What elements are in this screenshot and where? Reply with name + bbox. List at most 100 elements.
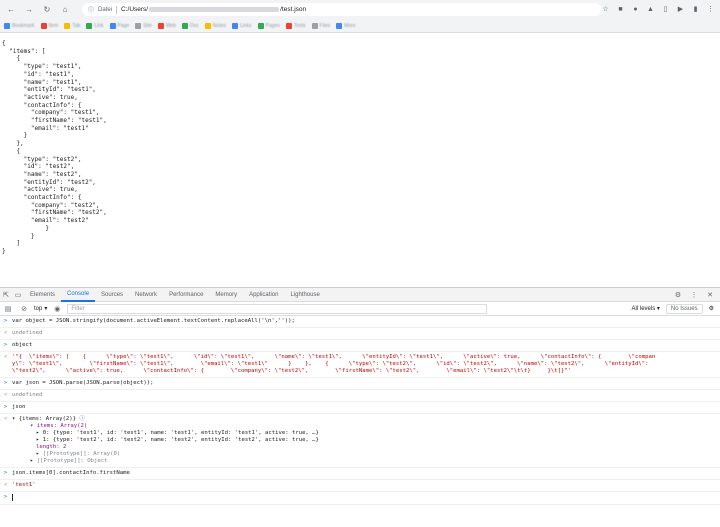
console-output: > var object = JSON.stringify(document.ac… — [0, 316, 720, 505]
address-bar[interactable]: ⓘ Datei C:/Users//test.json — [82, 3, 602, 16]
bookmark-label: Notes — [212, 22, 226, 29]
json-document: { "items": [ { "type": "test1", "id": "t… — [2, 40, 107, 255]
filter-input[interactable]: Filter — [67, 303, 488, 314]
console-input-line: > var object = JSON.stringify(document.ac… — [0, 316, 720, 328]
bookmark-label: Doc — [190, 22, 199, 29]
console-input-line: > object — [0, 340, 720, 352]
bookmark-item[interactable]: Tab — [64, 22, 81, 29]
extension-icon[interactable]: ● — [630, 3, 641, 15]
tab-memory[interactable]: Memory — [209, 288, 243, 302]
console-prompt[interactable]: > — [0, 492, 720, 505]
console-input-line: > json — [0, 402, 720, 414]
tab-console[interactable]: Console — [61, 288, 96, 302]
sidepanel-icon[interactable]: ▮ — [690, 3, 701, 15]
tab-lighthouse[interactable]: Lighthouse — [284, 288, 325, 302]
tab-sources[interactable]: Sources — [95, 288, 129, 302]
device-toggle-icon[interactable]: ▭ — [12, 289, 24, 301]
favicon-icon — [311, 22, 318, 29]
bookmark-item[interactable]: Site — [135, 22, 152, 29]
bookmark-item[interactable]: Notes — [204, 22, 226, 29]
console-toolbar: ▤ ⊘ top ▾ ◉ Filter All levels ▾ No Issues… — [0, 302, 720, 316]
favicon-icon — [182, 22, 189, 29]
bookmark-label: Site — [143, 22, 152, 29]
bookmark-label: Tools — [293, 22, 306, 29]
favicon-icon — [135, 22, 142, 29]
bookmark-item[interactable]: Page — [109, 22, 130, 29]
devtools-tabbar: ⇱ ▭ Elements Console Sources Network Per… — [0, 288, 720, 302]
browser-toolbar: ← → ↻ ⌂ ⓘ Datei C:/Users//test.json ☆ ■ … — [0, 0, 720, 19]
reload-icon[interactable]: ↻ — [40, 3, 54, 17]
console-return-line: < undefined — [0, 328, 720, 340]
tab-network[interactable]: Network — [129, 288, 163, 302]
divider — [116, 5, 118, 14]
favicon-icon — [285, 22, 292, 29]
sidebar-toggle-icon[interactable]: ▤ — [2, 303, 14, 315]
favicon-icon — [109, 22, 116, 29]
devtools-panel: ⇱ ▭ Elements Console Sources Network Per… — [0, 287, 720, 527]
menu-icon[interactable]: ⋮ — [705, 3, 716, 15]
favicon-icon — [86, 22, 93, 29]
bookmark-item[interactable]: More — [336, 22, 356, 29]
tab-elements[interactable]: Elements — [24, 288, 61, 302]
file-info-icon[interactable]: ⓘ — [88, 5, 94, 14]
chevron-down-icon: ▾ — [44, 306, 48, 312]
console-return-line: < undefined — [0, 390, 720, 402]
bookmark-item[interactable]: Link — [86, 22, 104, 29]
clear-console-icon[interactable]: ⊘ — [18, 303, 30, 315]
site-label: Datei — [98, 6, 113, 13]
url-text: C:/Users//test.json — [121, 6, 307, 13]
console-return-line: <'test1' — [0, 480, 720, 492]
star-icon[interactable]: ☆ — [600, 3, 611, 15]
settings-icon[interactable]: ⚙ — [709, 305, 714, 312]
favicon-icon — [231, 22, 238, 29]
puzzle-icon[interactable]: ▯ — [660, 3, 671, 15]
info-icon: ⓘ — [79, 416, 85, 422]
issues-button[interactable]: No Issues — [665, 303, 703, 314]
bookmark-item[interactable]: Files — [311, 22, 331, 29]
extension-icon[interactable]: ■ — [615, 3, 626, 15]
bookmark-item[interactable]: Web — [157, 22, 177, 29]
favicon-icon — [40, 22, 47, 29]
favicon-icon — [257, 22, 264, 29]
bookmark-item[interactable]: Pages — [257, 22, 280, 29]
context-selector[interactable]: top ▾ — [34, 305, 48, 313]
bookmark-label: Link — [94, 22, 104, 29]
bookmark-item[interactable]: Item — [40, 22, 59, 29]
favicon-icon — [64, 22, 71, 29]
favicon-icon — [4, 22, 10, 29]
close-icon[interactable]: ✕ — [704, 289, 716, 301]
bookmark-item[interactable]: Tools — [285, 22, 306, 29]
tab-performance[interactable]: Performance — [163, 288, 209, 302]
inspect-icon[interactable]: ⇱ — [0, 289, 12, 301]
home-icon[interactable]: ⌂ — [58, 3, 72, 17]
favicon-icon — [336, 22, 343, 29]
levels-dropdown[interactable]: All levels ▾ — [632, 305, 660, 312]
bookmark-item[interactable]: Doc — [182, 22, 199, 29]
console-return-line: < '"{ \"items\": [ { \"type\": \"test1\",… — [0, 352, 720, 378]
bookmark-item[interactable]: Links — [231, 22, 252, 29]
back-icon[interactable]: ← — [4, 3, 18, 17]
bookmark-label: Tab — [72, 22, 81, 29]
bookmark-label: More — [344, 22, 356, 29]
favicon-icon — [204, 22, 211, 29]
bookmarks-bar: Bookmark Item Tab Link Page Site Web Doc Notes Li… — [0, 19, 720, 33]
tab-application[interactable]: Application — [243, 288, 284, 302]
bookmark-label: Bookmark — [12, 22, 35, 29]
extension-icon[interactable]: ▲ — [645, 3, 656, 15]
bookmark-label: Pages — [265, 22, 280, 29]
bookmark-label: Files — [319, 22, 331, 29]
eye-icon[interactable]: ◉ — [51, 303, 63, 315]
bookmark-item[interactable]: Bookmark — [4, 22, 35, 29]
console-input-line: > var json = JSON.parse(JSON.parse(object… — [0, 378, 720, 390]
bookmark-label: Web — [165, 22, 177, 29]
bookmark-label: Links — [239, 22, 252, 29]
bookmark-label: Page — [117, 22, 130, 29]
console-object-tree[interactable]: < ▾ {items: Array(2)} ⓘ ▾ items: Array(2)… — [0, 414, 720, 468]
console-input-line: > json.items[0].contactInfo.firstName — [0, 468, 720, 480]
more-icon[interactable]: ⋮ — [688, 289, 700, 301]
settings-icon[interactable]: ⚙ — [672, 289, 684, 301]
bookmark-label: Item — [48, 22, 59, 29]
favicon-icon — [157, 22, 164, 29]
media-icon[interactable]: ▶ — [675, 3, 686, 15]
forward-icon[interactable]: → — [22, 3, 36, 17]
